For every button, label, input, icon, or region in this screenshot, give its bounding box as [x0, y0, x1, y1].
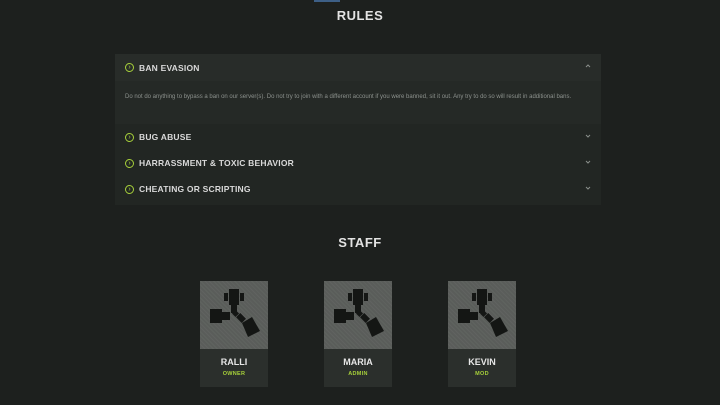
rule-item-bug-abuse: › BUG ABUSE: [115, 124, 601, 150]
avatar: [324, 281, 392, 349]
staff-role: MOD: [475, 371, 489, 377]
rule-header-cheating[interactable]: › CHEATING OR SCRIPTING: [115, 176, 601, 202]
staff-name: KEVIN: [468, 357, 496, 367]
staff-card-maria: MARIA ADMIN: [324, 281, 392, 387]
rule-header-bug-abuse[interactable]: › BUG ABUSE: [115, 124, 601, 150]
chevron-down-icon[interactable]: [584, 132, 592, 140]
rule-label: HARRASSMENT & TOXIC BEHAVIOR: [139, 158, 294, 168]
rule-item-cheating: › CHEATING OR SCRIPTING: [115, 176, 601, 202]
rule-label: CHEATING OR SCRIPTING: [139, 184, 251, 194]
rule-label: BAN EVASION: [139, 62, 200, 73]
rule-item-harrassment: › HARRASSMENT & TOXIC BEHAVIOR: [115, 150, 601, 176]
rule-label: BUG ABUSE: [139, 132, 192, 142]
staff-title: STAFF: [338, 235, 382, 250]
rust-logo-icon: [458, 289, 508, 337]
staff-card-ralli: RALLI OWNER: [200, 281, 268, 387]
staff-role: OWNER: [222, 371, 246, 377]
staff-name: RALLI: [220, 357, 248, 367]
circle-arrow-right-icon: ›: [125, 184, 134, 194]
rules-accordion: › BAN EVASION Do not do anything to bypa…: [115, 54, 601, 205]
staff-card-kevin: KEVIN MOD: [448, 281, 516, 387]
rust-logo-icon: [210, 289, 260, 337]
circle-arrow-right-icon: ›: [125, 132, 134, 142]
top-accent-bar: [314, 0, 340, 2]
rule-header-harrassment[interactable]: › HARRASSMENT & TOXIC BEHAVIOR: [115, 150, 601, 176]
rules-title: RULES: [336, 8, 384, 23]
rule-header-ban-evasion[interactable]: › BAN EVASION: [115, 54, 601, 81]
staff-role: ADMIN: [348, 371, 368, 377]
avatar: [200, 281, 268, 349]
chevron-down-icon[interactable]: [584, 158, 592, 166]
circle-arrow-right-icon: ›: [125, 63, 134, 72]
staff-name: MARIA: [343, 357, 373, 367]
rule-item-ban-evasion: › BAN EVASION Do not do anything to bypa…: [115, 54, 601, 124]
circle-arrow-right-icon: ›: [125, 158, 134, 168]
avatar: [448, 281, 516, 349]
rule-body-ban-evasion: Do not do anything to bypass a ban on ou…: [115, 81, 601, 124]
chevron-down-icon[interactable]: [584, 184, 592, 192]
chevron-up-icon[interactable]: [584, 62, 592, 70]
rust-logo-icon: [334, 289, 384, 337]
